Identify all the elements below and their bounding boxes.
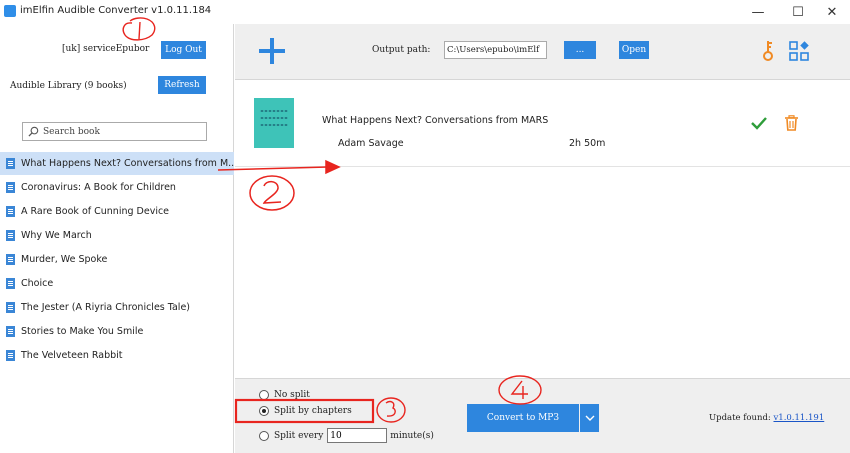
bottom-bar: No split Split by chapters Split every m…: [235, 378, 850, 453]
book-icon: [6, 254, 15, 265]
close-button[interactable]: ✕: [814, 0, 850, 24]
book-title: Murder, We Spoke: [21, 254, 108, 265]
book-icon: [6, 350, 15, 361]
convert-button[interactable]: Convert to MP3: [467, 404, 579, 432]
book-title: Choice: [21, 278, 54, 289]
toolbar: Output path: ... Open: [235, 24, 850, 80]
split-every-option[interactable]: Split every minute(s): [259, 428, 434, 443]
book-list-item[interactable]: Murder, We Spoke: [0, 248, 234, 271]
trash-icon[interactable]: [784, 115, 799, 131]
book-list-item[interactable]: Coronavirus: A Book for Children: [0, 176, 234, 199]
split-by-chapters-option[interactable]: Split by chapters: [259, 406, 352, 416]
book-icon: [6, 230, 15, 241]
search-icon: [28, 126, 39, 137]
book-icon: [6, 182, 15, 193]
browse-button[interactable]: ...: [564, 41, 596, 59]
no-split-label: No split: [274, 390, 310, 400]
apps-icon[interactable]: [789, 41, 809, 61]
checkmark-icon: [751, 117, 767, 130]
chevron-down-icon: [585, 415, 594, 421]
book-list-item[interactable]: A Rare Book of Cunning Device: [0, 200, 234, 223]
book-list-item[interactable]: The Jester (A Riyria Chronicles Tale): [0, 296, 234, 319]
output-path-label: Output path:: [372, 45, 431, 55]
search-box[interactable]: [22, 122, 207, 141]
library-count-label: Audible Library (9 books): [10, 81, 127, 91]
no-split-option[interactable]: No split: [259, 390, 310, 400]
book-list-item[interactable]: Stories to Make You Smile: [0, 320, 234, 343]
book-icon: [6, 206, 15, 217]
add-icon[interactable]: [259, 38, 285, 64]
minimize-button[interactable]: —: [740, 0, 776, 24]
queue-book-duration: 2h 50m: [569, 138, 606, 149]
book-title: The Jester (A Riyria Chronicles Tale): [21, 302, 190, 313]
minutes-input[interactable]: [327, 428, 388, 443]
book-icon: [6, 278, 15, 289]
update-notice: Update found: v1.0.11.191: [709, 413, 824, 423]
queue-book-author: Adam Savage: [338, 138, 404, 149]
book-list-item[interactable]: Why We March: [0, 224, 234, 247]
radio-button[interactable]: [259, 390, 269, 400]
book-cover: [254, 98, 294, 148]
logout-button[interactable]: Log Out: [161, 41, 206, 59]
conversion-queue: What Happens Next? Conversations from MA…: [235, 81, 850, 378]
update-version-link[interactable]: v1.0.11.191: [773, 413, 824, 423]
window-title: imElfin Audible Converter v1.0.11.184: [20, 5, 212, 16]
book-title: Coronavirus: A Book for Children: [21, 182, 176, 193]
book-title: A Rare Book of Cunning Device: [21, 206, 170, 217]
minutes-suffix: minute(s): [390, 430, 434, 441]
key-icon[interactable]: [760, 40, 776, 62]
refresh-button[interactable]: Refresh: [158, 76, 206, 94]
queue-item[interactable]: What Happens Next? Conversations from MA…: [235, 81, 850, 167]
split-by-chapters-label: Split by chapters: [274, 406, 352, 416]
update-label: Update found:: [709, 413, 771, 423]
book-icon: [6, 158, 15, 169]
convert-format-dropdown[interactable]: [580, 404, 599, 432]
book-title: What Happens Next? Conversations from M.…: [21, 158, 234, 169]
book-icon: [6, 326, 15, 337]
account-label: [uk] serviceEpubor: [62, 44, 150, 54]
output-path-field[interactable]: [444, 41, 547, 59]
radio-button[interactable]: [259, 430, 269, 441]
book-title: The Velveteen Rabbit: [21, 350, 123, 361]
open-folder-button[interactable]: Open: [619, 41, 649, 59]
book-icon: [6, 302, 15, 313]
book-list-item[interactable]: The Velveteen Rabbit: [0, 344, 234, 367]
title-bar: imElfin Audible Converter v1.0.11.184 — …: [0, 0, 850, 24]
radio-button[interactable]: [259, 406, 269, 416]
book-title: Why We March: [21, 230, 92, 241]
maximize-button[interactable]: ☐: [780, 0, 816, 24]
app-logo-icon: [4, 5, 16, 17]
book-title: Stories to Make You Smile: [21, 326, 144, 337]
book-list-item[interactable]: What Happens Next? Conversations from M.…: [0, 152, 234, 175]
book-list-item[interactable]: Choice: [0, 272, 234, 295]
split-every-label: Split every: [274, 430, 324, 441]
queue-book-title: What Happens Next? Conversations from MA…: [322, 115, 549, 126]
search-input[interactable]: [43, 126, 203, 138]
